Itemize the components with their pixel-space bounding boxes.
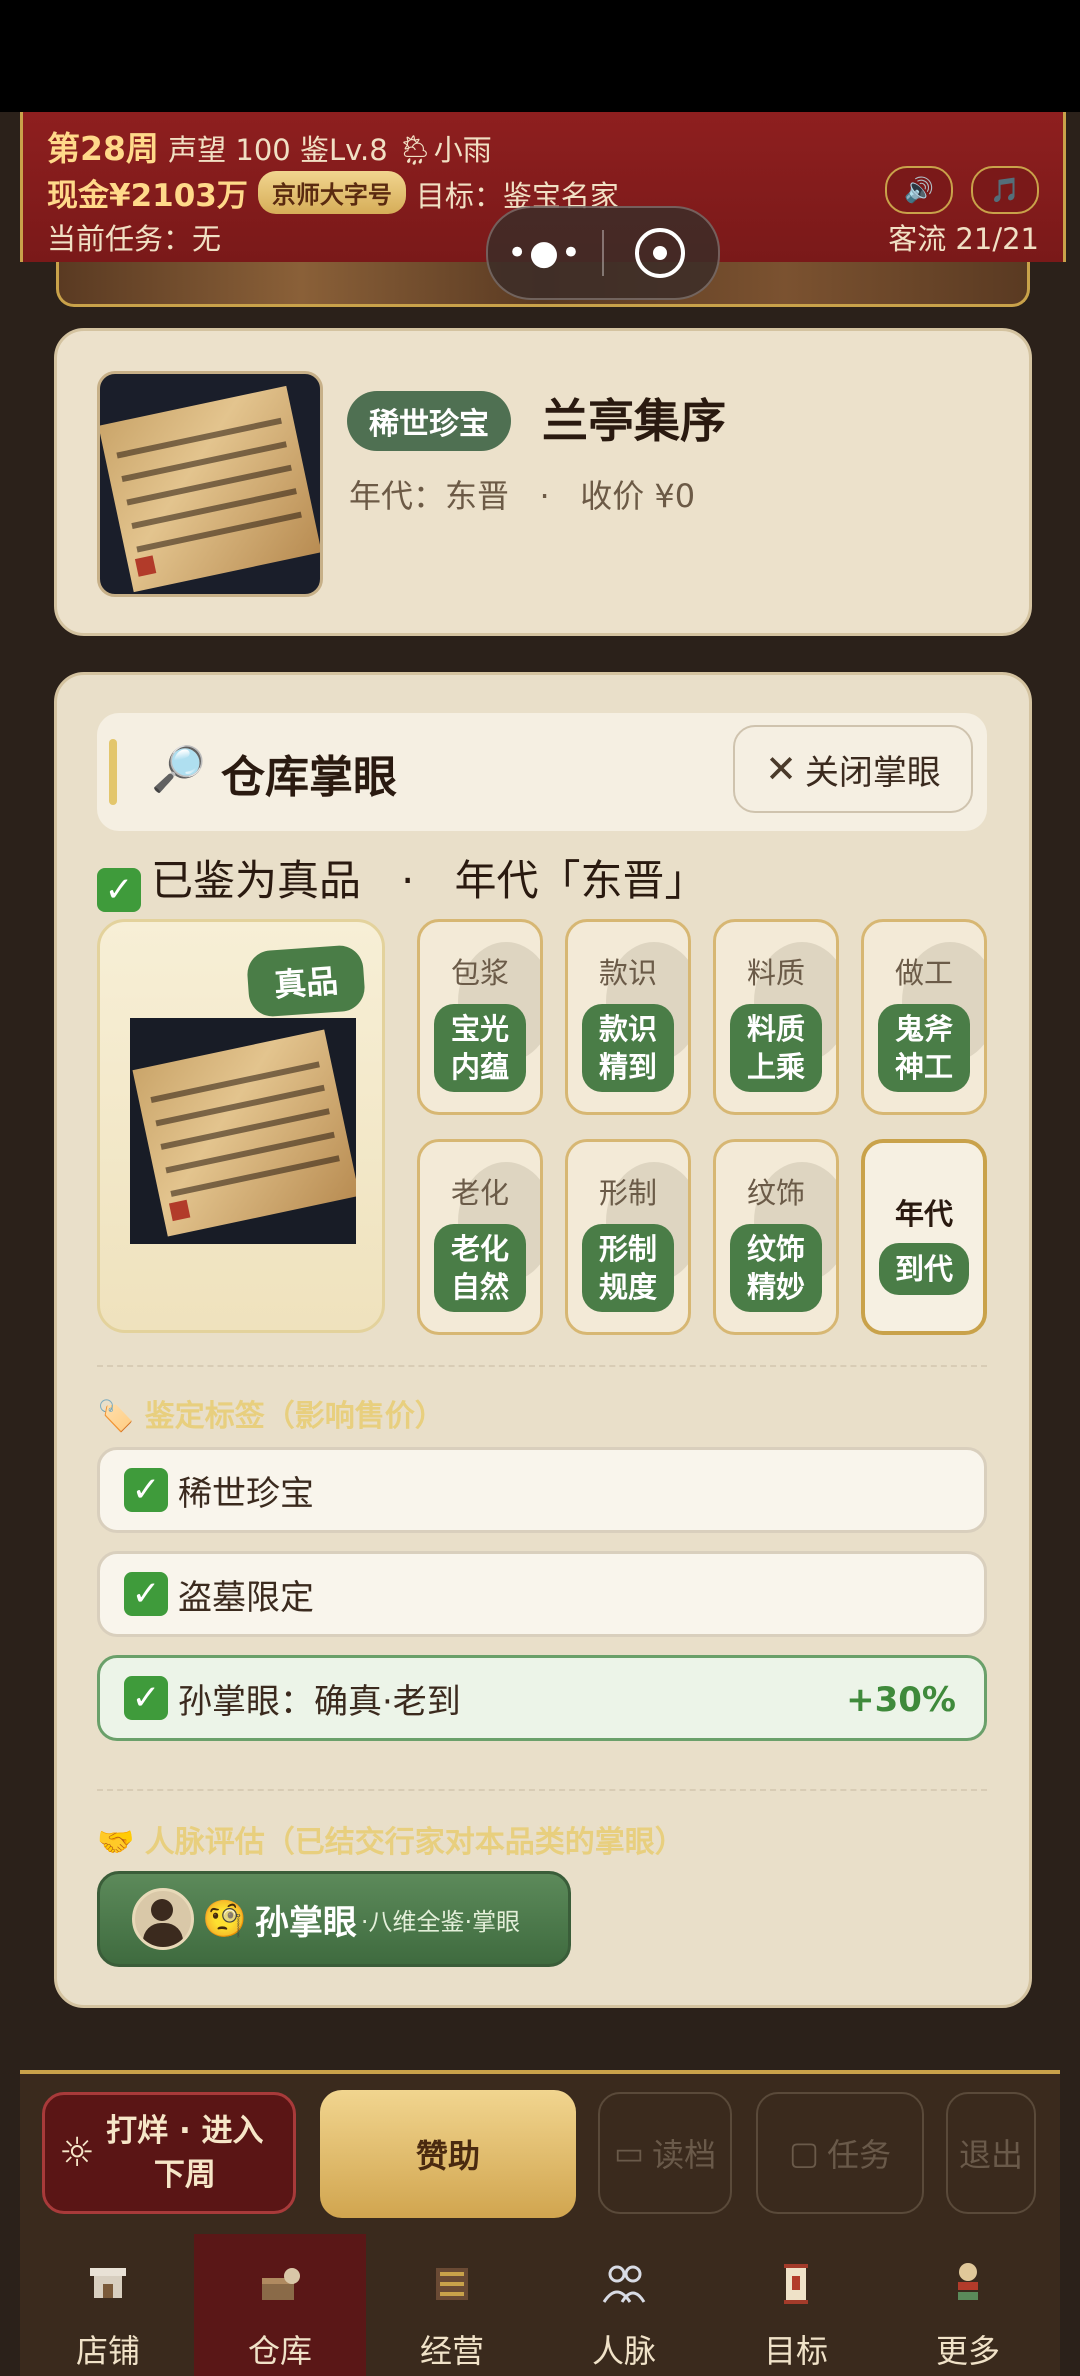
status-bar-area bbox=[0, 0, 1080, 112]
rain-cloud-icon: 🌦 bbox=[396, 133, 434, 167]
music-button[interactable]: 🎵 bbox=[971, 166, 1039, 214]
monocle-face-icon: 🧐 bbox=[202, 1899, 247, 1940]
tag-row: ✓ 盗墓限定 bbox=[97, 1551, 987, 1637]
nav-more[interactable]: 更多 bbox=[882, 2234, 1054, 2376]
target-icon bbox=[635, 228, 685, 278]
expert-subtitle: ·八维全鉴·掌眼 bbox=[360, 1907, 521, 1936]
close-miniprogram-button[interactable] bbox=[604, 228, 716, 278]
check-icon: ✓ bbox=[97, 868, 141, 912]
reputation-label: 声望 100 bbox=[168, 133, 291, 167]
close-appraisal-button[interactable]: ✕ 关闭掌眼 bbox=[733, 725, 973, 813]
tags-section-title: 🏷️ 鉴定标签（影响售价） bbox=[97, 1399, 445, 1434]
speaker-icon: 🔊 bbox=[904, 176, 934, 204]
folder-icon: ▭ bbox=[613, 2134, 645, 2172]
verdict-text: 已鉴为真品 · 年代「东晋」 bbox=[151, 856, 707, 905]
item-card: 稀世珍宝 兰亭集序 年代：东晋 · 收价 ¥0 bbox=[54, 328, 1032, 636]
magnifier-icon: 🔎 bbox=[151, 744, 206, 795]
close-icon: ✕ bbox=[765, 747, 797, 791]
sponsor-button[interactable]: 赞助 bbox=[320, 2090, 576, 2218]
expert-name: 孙掌眼 bbox=[254, 1902, 357, 1943]
expert-chip[interactable]: 🧐 孙掌眼 ·八维全鉴·掌眼 bbox=[97, 1871, 571, 1967]
music-note-icon: 🎵 bbox=[990, 176, 1020, 204]
tag-row: ✓ 稀世珍宝 bbox=[97, 1447, 987, 1533]
attribute-tile[interactable]: 包浆 宝光 内蕴 bbox=[417, 919, 543, 1115]
panel-header: 🔎 仓库掌眼 ✕ 关闭掌眼 bbox=[97, 713, 987, 831]
bottom-nav: 店铺 仓库 经营 人脉 目标 更多 bbox=[20, 2234, 1060, 2376]
task-icon: ▢ bbox=[788, 2134, 820, 2172]
item-large-card: 真品 bbox=[97, 919, 385, 1333]
nav-operations[interactable]: 经营 bbox=[366, 2234, 538, 2376]
miniprogram-capsule: •●• bbox=[486, 206, 720, 300]
attribute-tile[interactable]: 料质 料质 上乘 bbox=[713, 919, 839, 1115]
attribute-tile[interactable]: 纹饰 纹饰 精妙 bbox=[713, 1139, 839, 1335]
attribute-grid: 包浆 宝光 内蕴 款识 款识 精到 料质 料质 上乘 做工 鬼斧 神工 老化 老化 自然 … bbox=[417, 919, 987, 1339]
check-icon: ✓ bbox=[124, 1468, 168, 1512]
load-save-button[interactable]: ▭ 读档 bbox=[598, 2092, 732, 2214]
more-dots-icon[interactable]: •●• bbox=[488, 233, 602, 273]
warehouse-icon bbox=[262, 2268, 300, 2300]
item-large-image bbox=[130, 1018, 356, 1244]
ledger-icon bbox=[436, 2268, 468, 2300]
item-name: 兰亭集序 bbox=[542, 394, 726, 448]
exit-button[interactable]: 退出 bbox=[946, 2092, 1036, 2214]
avatar bbox=[132, 1888, 194, 1950]
check-icon: ✓ bbox=[124, 1572, 168, 1616]
more-icon bbox=[958, 2263, 978, 2300]
attribute-tile-era[interactable]: 年代 到代 bbox=[861, 1139, 987, 1335]
calligraphy-scroll-image bbox=[100, 385, 320, 593]
level-label: 鉴Lv.8 bbox=[299, 133, 388, 167]
item-meta: 年代：东晋 · 收价 ¥0 bbox=[349, 477, 696, 515]
panel-title: 仓库掌眼 bbox=[221, 752, 397, 803]
close-shop-next-week-button[interactable]: ☼ 打烊 · 进入下周 bbox=[42, 2092, 296, 2214]
close-appraisal-label: 关闭掌眼 bbox=[804, 752, 941, 793]
rarity-badge: 稀世珍宝 bbox=[347, 391, 511, 451]
network-section-title: 🤝 人脉评估（已结交行家对本品类的掌眼） bbox=[97, 1825, 685, 1860]
nav-warehouse[interactable]: 仓库 bbox=[194, 2234, 366, 2376]
nav-goals[interactable]: 目标 bbox=[710, 2234, 882, 2376]
attribute-tile[interactable]: 形制 形制 规度 bbox=[565, 1139, 691, 1335]
item-thumbnail bbox=[97, 371, 323, 597]
shop-icon bbox=[90, 2268, 126, 2298]
attribute-tile[interactable]: 老化 老化 自然 bbox=[417, 1139, 543, 1335]
current-task-label: 当前任务：无 bbox=[47, 222, 222, 256]
sun-icon: ☼ bbox=[59, 2130, 95, 2176]
scroll-icon bbox=[784, 2264, 808, 2304]
tag-row-expert: ✓ 孙掌眼：确真·老到 +30% bbox=[97, 1655, 987, 1741]
nav-shop[interactable]: 店铺 bbox=[22, 2234, 194, 2376]
sound-button[interactable]: 🔊 bbox=[885, 166, 953, 214]
attribute-tile[interactable]: 款识 款识 精到 bbox=[565, 919, 691, 1115]
nav-network[interactable]: 人脉 bbox=[538, 2234, 710, 2376]
tasks-button[interactable]: ▢ 任务 bbox=[756, 2092, 924, 2214]
verdict-line: ✓ 已鉴为真品 · 年代「东晋」 bbox=[97, 847, 706, 912]
genuine-badge: 真品 bbox=[245, 944, 367, 1018]
appraisal-panel: 🔎 仓库掌眼 ✕ 关闭掌眼 ✓ 已鉴为真品 · 年代「东晋」 真品 包浆 宝光 内蕴 bbox=[54, 672, 1032, 2008]
people-icon bbox=[602, 2265, 646, 2303]
weather-label: 小雨 bbox=[433, 133, 492, 167]
check-icon: ✓ bbox=[124, 1676, 168, 1720]
week-label: 第28周 bbox=[47, 129, 159, 168]
price-bonus: +30% bbox=[846, 1680, 956, 1720]
action-bar: ☼ 打烊 · 进入下周 赞助 ▭ 读档 ▢ 任务 退出 bbox=[20, 2070, 1060, 2240]
guest-flow-label: 客流 21/21 bbox=[888, 222, 1039, 256]
cash-label: 现金¥2103万 bbox=[47, 178, 248, 214]
attribute-tile[interactable]: 做工 鬼斧 神工 bbox=[861, 919, 987, 1115]
shop-name-badge: 京师大字号 bbox=[257, 171, 406, 214]
header-stats: 第28周 声望 100 鉴Lv.8 🌦小雨 bbox=[47, 122, 492, 170]
